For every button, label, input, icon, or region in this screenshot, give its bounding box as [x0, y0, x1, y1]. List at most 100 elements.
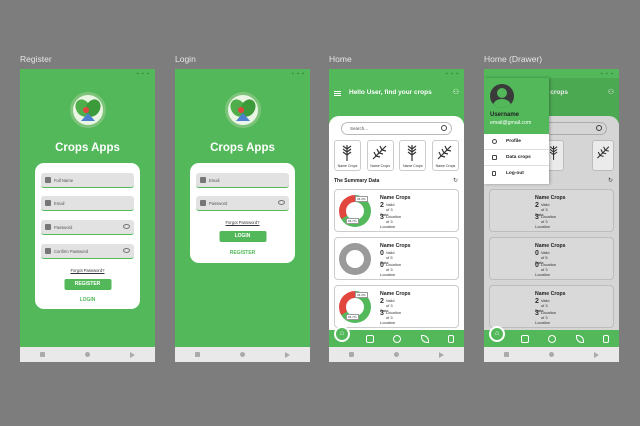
status-bar: ▪ ▪ ▪	[329, 69, 464, 78]
wheat-icon	[407, 145, 417, 161]
home-drawer-screen: ▪ ▪ ▪ our crops ⚇ ↻ Name Crops 2 Valid of …	[484, 69, 619, 362]
confirm-password-field[interactable]: Confirm Password	[41, 244, 134, 259]
menu-icon[interactable]	[334, 91, 341, 96]
back-icon[interactable]	[130, 351, 135, 358]
percent-label-green: 66.7%	[346, 314, 359, 320]
email-field[interactable]: Email	[41, 196, 134, 211]
login-screen: ▪ ▪ ▪ Crops Apps Email Password Forgot P…	[175, 69, 310, 362]
eye-icon[interactable]	[278, 200, 285, 205]
login-link[interactable]: LOGIN	[35, 297, 140, 303]
summary-card[interactable]: 33.3% 66.7% Name Crops 2 Valid of 3 Data 3…	[334, 189, 459, 232]
phone-icon[interactable]	[603, 334, 610, 343]
full-name-field[interactable]: Full Name	[41, 173, 134, 188]
logout-icon	[492, 171, 496, 176]
location-count: 3	[380, 214, 384, 221]
add-icon[interactable]	[393, 334, 402, 343]
valid-count: 0	[380, 250, 384, 257]
frame-label-home: Home	[329, 54, 352, 64]
frame-label-login: Login	[175, 54, 196, 64]
search-input[interactable]: Search...	[341, 122, 452, 135]
crop-card[interactable]: Name Crops	[366, 140, 394, 171]
map-icon[interactable]	[521, 334, 530, 343]
system-nav-bar	[484, 347, 619, 362]
mail-icon	[45, 200, 51, 206]
login-card: Email Password Forgot Password? LOGIN RE…	[190, 163, 295, 263]
summary-card[interactable]: 33.3% 66.7% Name Crops 2 Valid of 3 Data 3…	[334, 285, 459, 328]
login-button[interactable]: LOGIN	[219, 231, 266, 242]
system-nav-bar	[329, 347, 464, 362]
search-icon[interactable]	[441, 125, 447, 131]
document-icon	[492, 155, 497, 160]
password-field[interactable]: Password	[41, 220, 134, 235]
summary-name: Name Crops	[380, 195, 411, 201]
recents-icon[interactable]	[504, 352, 509, 357]
crop-list: Name Crops Name Crops Name Crops Name Cr…	[334, 140, 459, 171]
password-field[interactable]: Password	[196, 196, 289, 211]
back-icon[interactable]	[594, 351, 599, 358]
avatar	[490, 84, 514, 108]
drawer-header: Username email@gmail.com	[484, 78, 549, 134]
drawer-email: email@gmail.com	[490, 120, 532, 126]
valid-count: 2	[380, 202, 384, 209]
recents-icon[interactable]	[40, 352, 45, 357]
donut-chart	[339, 243, 371, 275]
app-title: Crops Apps	[55, 142, 120, 154]
app-logo	[224, 92, 261, 128]
status-bar: ▪ ▪ ▪	[20, 69, 155, 78]
register-button[interactable]: REGISTER	[64, 279, 111, 290]
add-icon[interactable]	[548, 334, 557, 343]
drawer-item-logout[interactable]: Log-out	[484, 166, 549, 182]
app-logo	[69, 92, 106, 128]
system-nav-bar	[20, 347, 155, 362]
percent-label-green: 66.7%	[346, 218, 359, 224]
back-icon[interactable]	[285, 351, 290, 358]
wheat-icon	[437, 145, 452, 160]
home-tab-icon[interactable]: ⌂	[489, 326, 505, 342]
mail-icon	[200, 177, 206, 183]
home-nav-icon[interactable]	[549, 352, 554, 357]
percent-label-red: 33.3%	[355, 196, 368, 202]
crop-card[interactable]: Name Crops	[431, 140, 459, 171]
summary-name: Name Crops	[380, 243, 411, 249]
back-icon[interactable]	[439, 351, 444, 358]
summary-name: Name Crops	[380, 291, 411, 297]
wheat-icon	[342, 145, 352, 161]
eye-icon[interactable]	[123, 224, 130, 229]
home-tab-icon[interactable]: ⌂	[334, 326, 350, 342]
email-field[interactable]: Email	[196, 173, 289, 188]
recents-icon[interactable]	[195, 352, 200, 357]
recents-icon[interactable]	[349, 352, 354, 357]
home-body: Search... Name Crops Name Crops Name Cro…	[329, 116, 464, 347]
leaf-icon[interactable]	[575, 334, 584, 343]
greeting: Hello User, find your crops	[349, 89, 432, 96]
person-icon	[492, 139, 497, 144]
location-count: 0	[380, 262, 384, 269]
home-nav-icon[interactable]	[85, 352, 90, 357]
crop-card[interactable]: Name Crops	[399, 140, 427, 171]
percent-label-red: 33.3%	[355, 292, 368, 298]
navigation-drawer: Username email@gmail.com Profile Data cr…	[484, 78, 549, 184]
refresh-icon[interactable]: ↻	[453, 177, 458, 184]
home-nav-icon[interactable]	[240, 352, 245, 357]
wheat-icon	[372, 145, 387, 160]
forgot-password-link[interactable]: Forgot Password?	[190, 220, 295, 225]
valid-count: 2	[380, 298, 384, 305]
summary-card[interactable]: Name Crops 0 Valid of 5 Data 0 Location of 3…	[334, 237, 459, 280]
eye-icon[interactable]	[123, 248, 130, 253]
leaf-icon[interactable]	[420, 334, 429, 343]
drawer-item-profile[interactable]: Profile	[484, 134, 549, 150]
location-count: 3	[380, 310, 384, 317]
drawer-item-data-crops[interactable]: Data crops	[484, 150, 549, 166]
map-icon[interactable]	[366, 334, 375, 343]
status-bar: ▪ ▪ ▪	[484, 69, 619, 78]
phone-icon[interactable]	[448, 334, 455, 343]
lock-icon	[45, 248, 51, 254]
person-icon	[45, 177, 51, 183]
forgot-password-link[interactable]: Forgot Password?	[35, 268, 140, 273]
home-screen: ▪ ▪ ▪ Hello User, find your crops ⚇ Sear…	[329, 69, 464, 362]
crop-card[interactable]: Name Crops	[334, 140, 361, 171]
home-nav-icon[interactable]	[394, 352, 399, 357]
frame-label-register: Register	[20, 54, 52, 64]
register-link[interactable]: REGISTER	[190, 250, 295, 256]
person-add-icon[interactable]: ⚇	[453, 88, 459, 96]
